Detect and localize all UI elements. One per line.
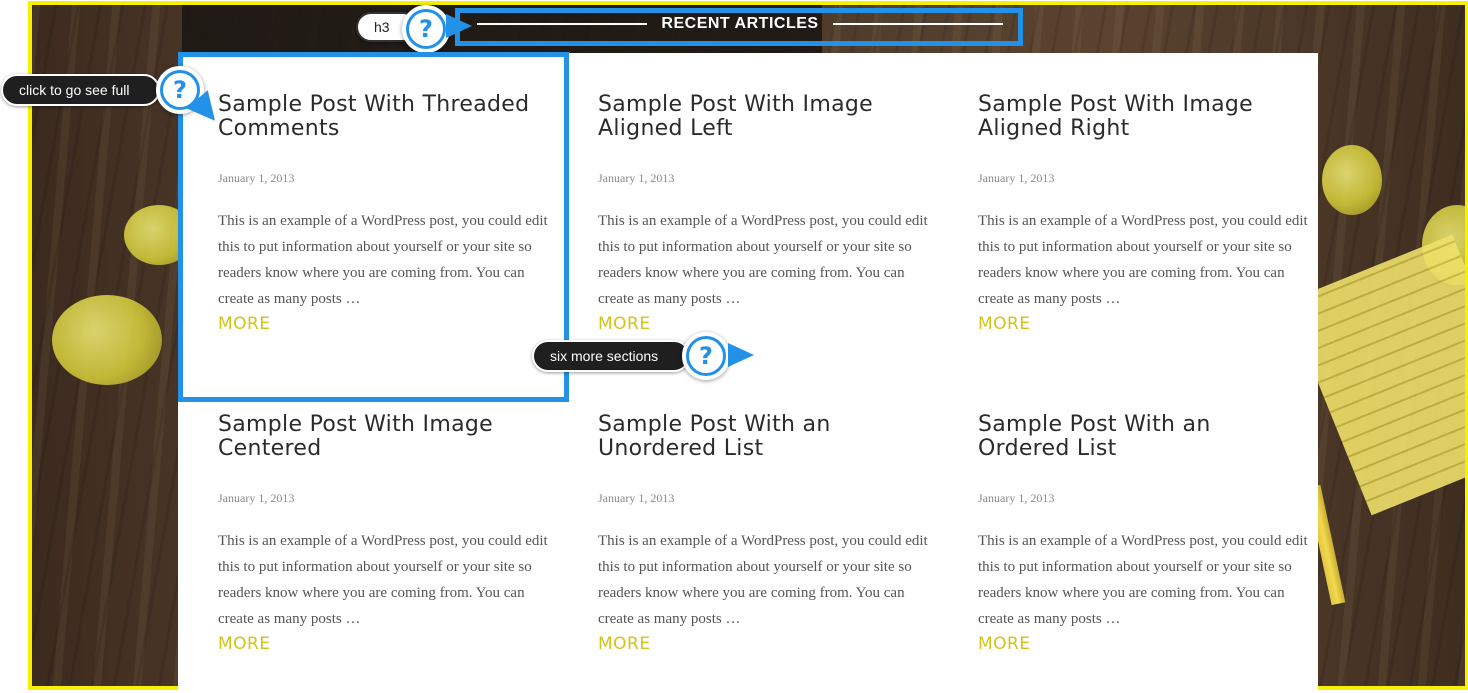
post-date: January 1, 2013 [598, 171, 675, 185]
post-highlight [178, 52, 569, 402]
post-excerpt: This is an example of a WordPress post, … [978, 213, 1308, 307]
pointer-arrow [446, 14, 472, 38]
pointer-arrow [728, 343, 754, 367]
question-mark-icon: ? [689, 339, 723, 373]
help-icon[interactable]: ? [402, 5, 450, 53]
post-card: Sample Post With an Unordered List Janua… [598, 413, 928, 655]
post-excerpt: This is an example of a WordPress post, … [978, 533, 1308, 627]
post-excerpt: This is an example of a WordPress post, … [598, 533, 928, 627]
help-icon[interactable]: ? [682, 332, 730, 380]
post-card: Sample Post With Image Aligned Left Janu… [598, 93, 928, 335]
post-card: Sample Post With an Ordered List January… [978, 413, 1308, 655]
question-mark-icon: ? [409, 12, 443, 46]
post-title[interactable]: Sample Post With an Ordered List [978, 413, 1308, 461]
post-date: January 1, 2013 [598, 491, 675, 505]
post-excerpt: This is an example of a WordPress post, … [218, 533, 548, 627]
more-link[interactable]: MORE [218, 634, 548, 654]
more-link[interactable]: MORE [598, 634, 928, 654]
post-title[interactable]: Sample Post With an Unordered List [598, 413, 928, 461]
post-date: January 1, 2013 [978, 491, 1055, 505]
post-title[interactable]: Sample Post With Image Centered [218, 413, 548, 461]
crumpled-paper [1322, 145, 1382, 215]
more-link[interactable]: MORE [978, 634, 1308, 654]
more-link[interactable]: MORE [598, 314, 928, 334]
heading-highlight [455, 8, 1023, 46]
post-excerpt: This is an example of a WordPress post, … [598, 213, 928, 307]
crumpled-paper [52, 295, 162, 385]
sections-tooltip: six more sections [532, 340, 691, 372]
post-title[interactable]: Sample Post With Image Aligned Right [978, 93, 1308, 141]
post-date: January 1, 2013 [218, 491, 295, 505]
post-title[interactable]: Sample Post With Image Aligned Left [598, 93, 928, 141]
post-card: Sample Post With Image Aligned Right Jan… [978, 93, 1308, 335]
post-date: January 1, 2013 [978, 171, 1055, 185]
post-card: Sample Post With Image Centered January … [218, 413, 548, 655]
click-tooltip: click to go see full [1, 74, 160, 106]
more-link[interactable]: MORE [978, 314, 1308, 334]
